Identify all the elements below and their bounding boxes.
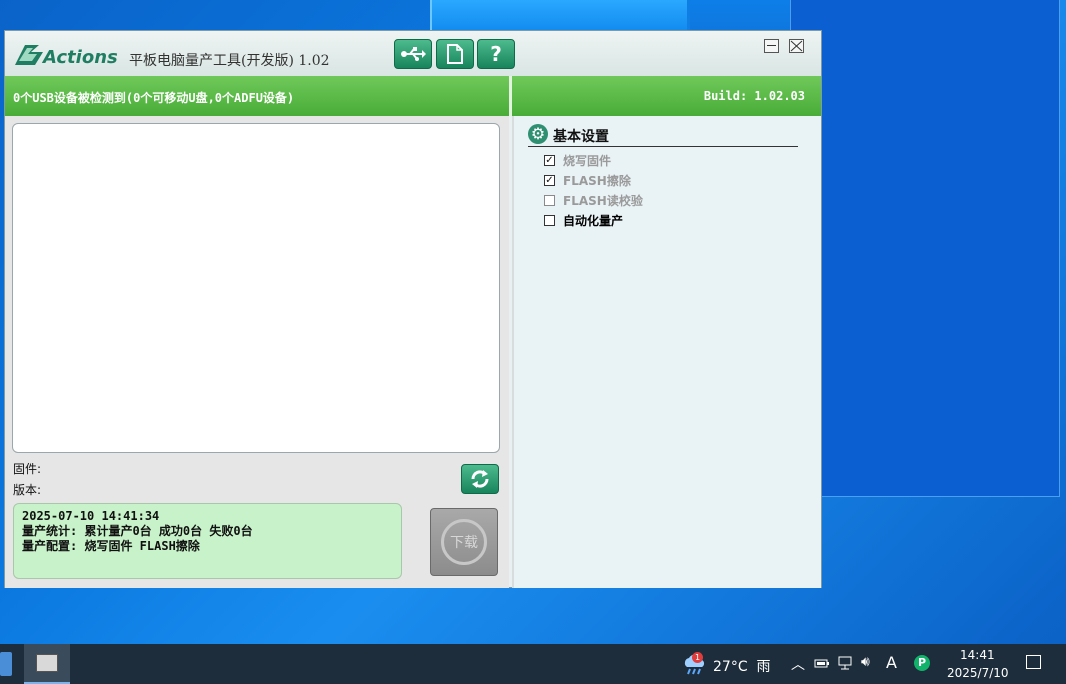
firmware-label: 固件:	[13, 462, 42, 476]
document-button[interactable]	[436, 39, 474, 69]
option-flash-erase[interactable]: ✓ FLASH擦除	[544, 172, 631, 188]
production-tool-icon	[36, 654, 58, 672]
flash-erase-label: FLASH擦除	[563, 173, 631, 188]
flash-verify-checkbox[interactable]	[544, 194, 555, 206]
log-panel: 2025-07-10 14:41:34 量产统计: 累计量产0台 成功0台 失败…	[13, 503, 402, 579]
app-tray-icon[interactable]: P	[914, 655, 930, 671]
auto-production-label: 自动化量产	[563, 213, 624, 228]
clock-time[interactable]: 14:41	[960, 648, 995, 662]
close-icon	[790, 40, 803, 52]
usb-icon	[401, 47, 426, 61]
chevron-up-icon[interactable]: ︿	[791, 654, 805, 674]
flash-erase-checkbox[interactable]: ✓	[544, 174, 555, 186]
left-pane: 固件: 版本: 2025-07-10 14:41:34 量产统计: 累计量产0台…	[5, 116, 509, 588]
version-label: 版本:	[13, 483, 42, 497]
network-icon[interactable]	[838, 656, 854, 670]
option-auto-production[interactable]: 自动化量产	[544, 212, 623, 228]
title-bar[interactable]: Actions 平板电脑量产工具(开发版) 1.02 ?	[5, 31, 821, 76]
notification-icon[interactable]	[1026, 655, 1041, 669]
option-flash-verify[interactable]: FLASH读校验	[544, 192, 643, 208]
gear-icon: ⚙	[528, 124, 548, 144]
refresh-button[interactable]	[461, 464, 499, 494]
burn-firmware-label: 烧写固件	[563, 153, 612, 168]
minimize-button[interactable]	[764, 39, 779, 53]
help-icon: ?	[490, 42, 502, 66]
settings-pane: ⚙ 基本设置 ✓ 烧写固件 ✓ FLASH擦除 FLASH读校验 自动化量产	[512, 116, 821, 588]
battery-icon[interactable]	[814, 657, 830, 669]
window-title: 平板电脑量产工具(开发版) 1.02	[129, 53, 330, 69]
brand-text: Actions	[41, 47, 118, 68]
flash-verify-label: FLASH读校验	[563, 193, 643, 208]
document-icon	[447, 44, 463, 64]
temperature-value: 27°C	[713, 659, 748, 675]
close-button[interactable]	[789, 39, 804, 53]
status-bar: 0个USB设备被检测到(0个可移动U盘,0个ADFU设备) Build: 1.0…	[5, 76, 821, 116]
actions-production-tool-window: Actions 平板电脑量产工具(开发版) 1.02 ? 0个USB设备被检测到…	[4, 30, 822, 588]
settings-title: 基本设置	[553, 129, 609, 145]
download-ring: 下载	[441, 519, 487, 565]
log-timestamp: 2025-07-10 14:41:34	[22, 509, 160, 523]
log-config: 量产配置: 烧写固件 FLASH擦除	[22, 539, 200, 553]
help-button[interactable]: ?	[477, 39, 515, 69]
clock-date[interactable]: 2025/7/10	[947, 666, 1009, 680]
background-window[interactable]	[790, 0, 1060, 497]
input-method-indicator[interactable]: A	[886, 653, 897, 672]
settings-header: ⚙ 基本设置	[528, 124, 798, 147]
taskbar: 1 27°C 雨 ︿ 🔊︎ A P 14:41 2025/7/10	[0, 644, 1066, 684]
minimize-icon	[767, 45, 776, 46]
background-window-edge	[430, 0, 687, 30]
background-window-edge	[690, 0, 790, 30]
volume-icon[interactable]: 🔊︎	[861, 654, 870, 670]
download-label: 下载	[450, 535, 478, 551]
weather-text: 雨	[756, 659, 771, 675]
device-count-status: 0个USB设备被检测到(0个可移动U盘,0个ADFU设备)	[13, 91, 295, 105]
usb-button[interactable]	[394, 39, 432, 69]
download-button[interactable]: 下载	[430, 508, 498, 576]
weather-badge: 1	[692, 652, 703, 663]
start-icon[interactable]	[0, 652, 12, 676]
device-list[interactable]	[12, 123, 500, 453]
actions-logo: Actions	[11, 39, 123, 69]
temperature[interactable]: 27°C 雨	[713, 656, 771, 676]
build-version: Build: 1.02.03	[703, 89, 805, 103]
status-divider	[509, 76, 512, 116]
auto-production-checkbox[interactable]	[544, 214, 555, 226]
burn-firmware-checkbox[interactable]: ✓	[544, 154, 555, 166]
log-statistics: 量产统计: 累计量产0台 成功0台 失败0台	[22, 524, 253, 538]
taskbar-app-button[interactable]	[24, 644, 70, 684]
option-burn-firmware[interactable]: ✓ 烧写固件	[544, 152, 611, 168]
refresh-icon	[471, 470, 489, 488]
